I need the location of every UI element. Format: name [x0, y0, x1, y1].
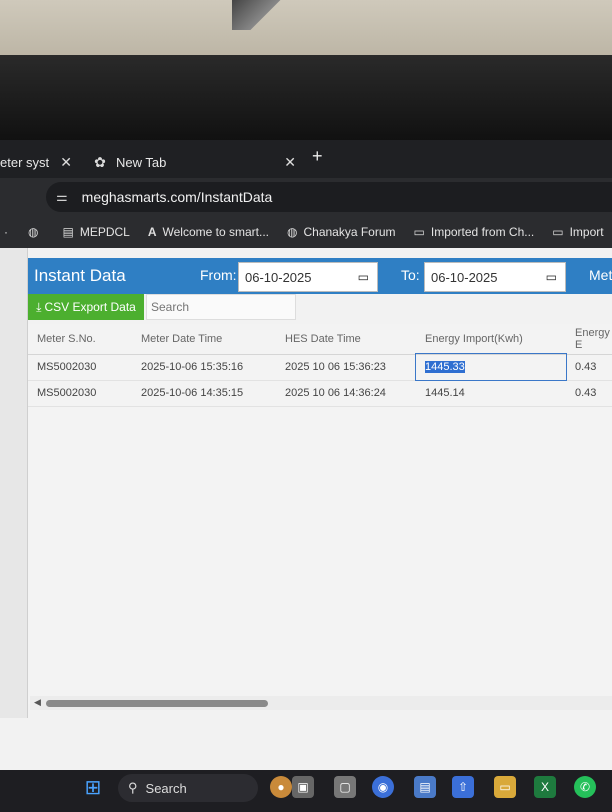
cell-meter-date-time: 2025-10-06 15:35:16: [132, 354, 276, 381]
bookmark-label: MEPDCL: [79, 225, 130, 239]
bookmark-label: Imported from Ch...: [430, 225, 535, 239]
column-header-hes-date-time[interactable]: HES Date Time: [276, 324, 416, 355]
scrollbar-thumb[interactable]: [46, 700, 268, 707]
globe-icon: ◍: [28, 225, 39, 239]
column-header-energy-import[interactable]: Energy Import(Kwh): [416, 324, 566, 355]
bookmark-imported[interactable]: ▭ Imported from Ch...: [414, 225, 535, 239]
download-icon: ⤓: [36, 299, 42, 314]
from-label: From:: [200, 267, 237, 283]
taskbar-search[interactable]: ⚲ Search: [118, 774, 258, 802]
bookmark-welcome[interactable]: A Welcome to smart...: [148, 225, 269, 239]
file-icon[interactable]: ▢: [334, 776, 356, 798]
table-toolbar: ⤓ CSV Export Data: [28, 294, 612, 322]
meter-label: Met: [589, 267, 612, 283]
scroll-left-icon[interactable]: ◀: [34, 697, 41, 708]
widget-icon[interactable]: ●: [270, 776, 292, 798]
table-row[interactable]: MS5002030 2025-10-06 14:35:15 2025 10 06…: [28, 380, 612, 407]
meet-icon[interactable]: ◉: [372, 776, 394, 798]
app-icon[interactable]: ⇧: [452, 776, 474, 798]
omnibox[interactable]: ⚌ meghasmarts.com/InstantData: [46, 182, 612, 212]
column-header-meter-sno[interactable]: Meter S.No.: [28, 324, 132, 355]
bookmark-mepdcl[interactable]: ▤ MEPDCL: [62, 225, 129, 239]
cell-energy-import: 1445.14: [416, 380, 566, 407]
horizontal-scrollbar[interactable]: ◀: [30, 696, 612, 710]
bookmark-label: Welcome to smart...: [162, 225, 269, 239]
to-label: To:: [401, 267, 420, 283]
from-date-input[interactable]: 06-10-2025 ▭: [238, 262, 378, 292]
dot-icon: ·: [4, 225, 8, 239]
tab-new-tab[interactable]: ✿ New Tab ✕: [84, 146, 302, 178]
page-title: Instant Data: [34, 266, 126, 285]
table-header-row: Meter S.No. Meter Date Time HES Date Tim…: [28, 324, 612, 355]
cell-meter-sno: MS5002030: [28, 380, 132, 407]
bookmark-import[interactable]: ▭ Import: [552, 225, 603, 239]
new-tab-button[interactable]: +: [312, 146, 323, 167]
data-table-container: Meter S.No. Meter Date Time HES Date Tim…: [28, 324, 612, 704]
search-input[interactable]: [146, 294, 296, 320]
search-icon: ⚲: [128, 780, 138, 795]
selected-text: 1445.33: [425, 361, 465, 373]
to-date-value: 06-10-2025: [431, 269, 498, 285]
task-view-icon[interactable]: ▣: [292, 776, 314, 798]
close-icon[interactable]: ✕: [60, 154, 72, 171]
tab-meter-system[interactable]: eter syst ✕: [0, 146, 78, 178]
taskbar-search-label: Search: [145, 780, 187, 796]
bookmark-globe[interactable]: ◍: [28, 225, 44, 239]
address-bar: ⚌ meghasmarts.com/InstantData: [0, 178, 612, 216]
url-text: meghasmarts.com/InstantData: [81, 189, 273, 205]
page-content: Instant Data From: 06-10-2025 ▭ To: 06-1…: [0, 248, 612, 770]
csv-export-button[interactable]: ⤓ CSV Export Data: [28, 294, 144, 320]
calendar-icon[interactable]: ▭: [358, 270, 369, 284]
site-icon: ▤: [62, 225, 74, 239]
bookmark-chanakya[interactable]: ◍ Chanakya Forum: [287, 225, 396, 239]
store-icon[interactable]: ▤: [414, 776, 436, 798]
monitor-bezel: [0, 55, 612, 140]
cell-energy-import-selected[interactable]: 1445.33: [415, 353, 567, 381]
site-settings-icon[interactable]: ⚌: [56, 189, 68, 205]
cell-hes-date-time: 2025 10 06 14:36:24: [276, 380, 416, 407]
bookmark-prev[interactable]: ·: [4, 225, 14, 239]
side-panel: [0, 248, 28, 718]
close-icon[interactable]: ✕: [284, 154, 296, 171]
instant-data-header: Instant Data From: 06-10-2025 ▭ To: 06-1…: [28, 258, 612, 294]
cell-meter-date-time: 2025-10-06 14:35:15: [132, 380, 276, 407]
csv-export-label: CSV Export Data: [44, 300, 136, 314]
column-header-energy-export[interactable]: Energy E: [566, 324, 612, 355]
cell-energy-export: 0.43: [566, 354, 612, 381]
excel-icon[interactable]: X: [534, 776, 556, 798]
cell-meter-sno: MS5002030: [28, 354, 132, 381]
bookmark-label: Chanakya Forum: [303, 225, 396, 239]
whatsapp-icon[interactable]: ✆: [574, 776, 596, 798]
cell-hes-date-time: 2025 10 06 15:36:23: [276, 354, 416, 381]
table-row[interactable]: MS5002030 2025-10-06 15:35:16 2025 10 06…: [28, 353, 612, 381]
tab-title: New Tab: [116, 154, 167, 170]
file-explorer-icon[interactable]: ▭: [494, 776, 516, 798]
bookmarks-bar: · ◍ ▤ MEPDCL A Welcome to smart... ◍ Chanak…: [0, 216, 612, 248]
calendar-icon[interactable]: ▭: [546, 270, 557, 284]
column-header-meter-date-time[interactable]: Meter Date Time: [132, 324, 276, 355]
from-date-value: 06-10-2025: [245, 269, 312, 285]
background-object: [232, 0, 282, 30]
new-tab-favicon-icon: ✿: [94, 153, 106, 170]
tab-strip: eter syst ✕ ✿ New Tab ✕: [0, 140, 612, 178]
to-date-input[interactable]: 06-10-2025 ▭: [424, 262, 566, 292]
tab-title: eter syst: [0, 154, 50, 170]
windows-start-icon[interactable]: ⊞: [82, 776, 104, 799]
instant-data-table: Meter S.No. Meter Date Time HES Date Tim…: [28, 324, 612, 407]
folder-icon: ▭: [413, 225, 425, 239]
bookmark-label: Import: [569, 225, 604, 239]
folder-icon: ▭: [552, 225, 564, 239]
globe-icon: ◍: [287, 225, 298, 239]
cell-energy-export: 0.43: [566, 380, 612, 407]
background-wall: [0, 0, 612, 55]
a-icon: A: [147, 225, 157, 239]
